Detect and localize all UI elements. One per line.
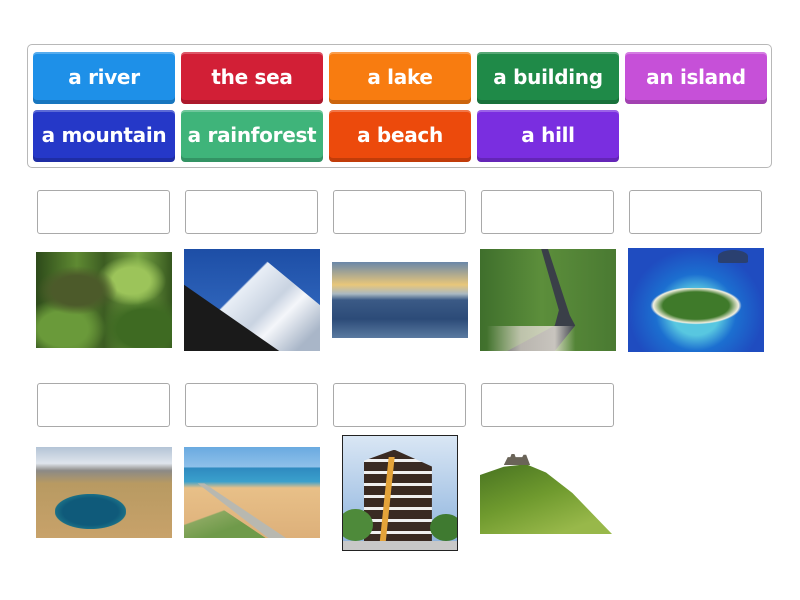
lake-water — [55, 494, 126, 529]
river-falls — [480, 325, 616, 351]
drop-target-4[interactable] — [481, 190, 614, 234]
chip-an-island[interactable]: an island — [625, 52, 767, 104]
building-ground — [343, 540, 457, 550]
chip-the-sea[interactable]: the sea — [181, 52, 323, 104]
drop-target-5[interactable] — [629, 190, 762, 234]
hill-image — [480, 452, 612, 534]
chip-a-hill[interactable]: a hill — [477, 110, 619, 162]
chip-a-lake[interactable]: a lake — [329, 52, 471, 104]
chip-a-rainforest[interactable]: a rainforest — [181, 110, 323, 162]
chip-a-river[interactable]: a river — [33, 52, 175, 104]
island-land — [644, 287, 748, 328]
beach-image — [184, 447, 320, 538]
building-image — [342, 435, 458, 551]
island-far — [717, 250, 748, 263]
drop-target-8[interactable] — [333, 383, 466, 427]
river-image — [480, 249, 616, 351]
sea-image — [332, 262, 468, 338]
lake-image — [36, 447, 172, 538]
drop-target-1[interactable] — [37, 190, 170, 234]
mountain-image — [184, 249, 320, 351]
chip-a-beach[interactable]: a beach — [329, 110, 471, 162]
drop-target-9[interactable] — [481, 383, 614, 427]
chip-a-building[interactable]: a building — [477, 52, 619, 104]
drop-target-7[interactable] — [185, 383, 318, 427]
drop-target-3[interactable] — [333, 190, 466, 234]
building-tree-left — [343, 508, 373, 541]
chip-a-mountain[interactable]: a mountain — [33, 110, 175, 162]
drop-target-2[interactable] — [185, 190, 318, 234]
hill-slope — [480, 464, 612, 534]
rainforest-image — [36, 252, 172, 348]
hill-ruin — [503, 453, 531, 466]
building-tree-right — [429, 513, 457, 541]
drop-target-6[interactable] — [37, 383, 170, 427]
building-tower — [363, 449, 432, 544]
island-image — [628, 248, 764, 352]
